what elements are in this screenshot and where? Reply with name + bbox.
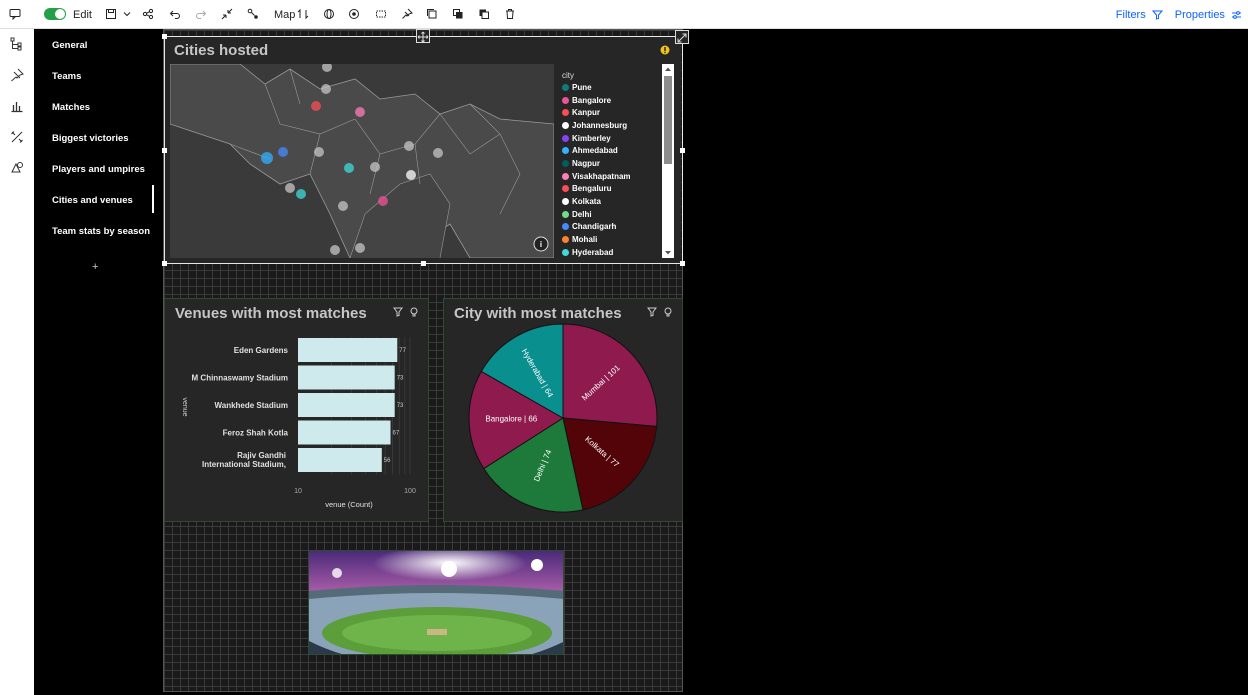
pin-icon[interactable] bbox=[396, 3, 418, 25]
data-label: 73 bbox=[397, 376, 404, 382]
category-label: International Stadium, bbox=[202, 460, 286, 469]
properties-label: Properties bbox=[1174, 8, 1225, 21]
shapes-icon[interactable] bbox=[8, 160, 26, 178]
data-label: 67 bbox=[393, 431, 400, 437]
filter-icon bbox=[1151, 10, 1163, 20]
bar[interactable] bbox=[298, 393, 395, 417]
category-label: Eden Gardens bbox=[234, 346, 289, 355]
panel-title: City with most matches bbox=[454, 305, 622, 322]
bar[interactable] bbox=[298, 338, 398, 362]
category-label: Rajiv Gandhi bbox=[237, 451, 286, 460]
resize-handle[interactable] bbox=[680, 261, 685, 266]
selection-frame bbox=[164, 36, 683, 264]
lightbulb-icon[interactable] bbox=[663, 307, 673, 317]
nav-item-team-stats-by-season[interactable]: Team stats by season bbox=[52, 226, 150, 237]
nav-item-teams[interactable]: Teams bbox=[52, 71, 81, 82]
venues-panel[interactable]: Venues with most matches 77 Eden Gardens 7… bbox=[164, 298, 429, 522]
bring-front-icon[interactable] bbox=[447, 3, 469, 25]
nav-item-cities-and-venues[interactable]: Cities and venues bbox=[52, 195, 133, 206]
select-region-icon[interactable] bbox=[370, 3, 392, 25]
resize-handle[interactable] bbox=[162, 34, 167, 39]
copy-icon[interactable] bbox=[421, 3, 443, 25]
resize-handle[interactable] bbox=[162, 148, 167, 153]
left-rail bbox=[0, 29, 34, 695]
active-nav-indicator bbox=[152, 185, 154, 213]
properties-button[interactable]: Properties bbox=[1175, 9, 1242, 21]
toolbar-right: Filters Properties bbox=[1116, 0, 1242, 29]
top-toolbar: Edit Map Filters Properties bbox=[0, 0, 1248, 29]
delete-icon[interactable] bbox=[499, 3, 521, 25]
bar[interactable] bbox=[298, 448, 382, 472]
move-icon bbox=[417, 31, 429, 43]
redo-icon[interactable] bbox=[190, 3, 212, 25]
edit-toggle[interactable] bbox=[44, 8, 66, 20]
data-label: 77 bbox=[399, 348, 406, 354]
connect-icon[interactable] bbox=[242, 3, 264, 25]
move-handle[interactable] bbox=[416, 29, 430, 43]
nav-item-general[interactable]: General bbox=[52, 40, 87, 51]
venues-bar-chart[interactable]: 77 Eden Gardens 73 M Chinnaswamy Stadium 73 W… bbox=[165, 329, 428, 519]
globe-icon[interactable] bbox=[318, 3, 340, 25]
filter-icon[interactable] bbox=[393, 307, 403, 317]
undo-icon[interactable] bbox=[164, 3, 186, 25]
resize-handle[interactable] bbox=[680, 148, 685, 153]
bar-chart-icon[interactable] bbox=[8, 99, 26, 117]
data-label: 56 bbox=[384, 458, 391, 464]
bar[interactable] bbox=[298, 420, 391, 445]
filters-label: Filters bbox=[1115, 8, 1146, 21]
filter-icon[interactable] bbox=[647, 307, 657, 317]
edit-label: Edit bbox=[73, 9, 92, 21]
send-back-icon[interactable] bbox=[473, 3, 495, 25]
y-axis-label: venue bbox=[181, 397, 188, 416]
x-axis-label: venue (Count) bbox=[325, 500, 373, 509]
resize-handle[interactable] bbox=[421, 261, 426, 266]
category-label: Wankhede Stadium bbox=[215, 401, 289, 410]
category-label: M Chinnaswamy Stadium bbox=[192, 374, 288, 383]
nav-item-matches[interactable]: Matches bbox=[52, 102, 90, 113]
add-page-button[interactable]: + bbox=[92, 261, 98, 273]
resize-handle[interactable] bbox=[162, 261, 167, 266]
panel-title: Venues with most matches bbox=[175, 305, 367, 322]
expand-button[interactable] bbox=[675, 30, 689, 44]
page-navigation: General Teams Matches Biggest victories … bbox=[34, 29, 155, 695]
share-icon[interactable] bbox=[137, 3, 159, 25]
lightbulb-icon[interactable] bbox=[409, 307, 419, 317]
nav-item-biggest-victories[interactable]: Biggest victories bbox=[52, 133, 129, 144]
slice-label: Bangalore | 66 bbox=[485, 414, 537, 423]
swap-icon[interactable] bbox=[292, 3, 314, 25]
comment-icon[interactable] bbox=[4, 3, 26, 25]
tick-label: 10 bbox=[294, 488, 302, 495]
settings-sliders-icon bbox=[1232, 10, 1241, 19]
expand-icon bbox=[677, 33, 687, 43]
chevron-down-icon[interactable] bbox=[116, 3, 138, 25]
stadium-image[interactable] bbox=[308, 550, 564, 655]
tools-icon[interactable] bbox=[8, 130, 26, 148]
nav-item-players-and-umpires[interactable]: Players and umpires bbox=[52, 164, 145, 175]
city-panel[interactable]: City with most matches Mumbai | 101 Kolka… bbox=[443, 298, 683, 522]
filters-button[interactable]: Filters bbox=[1116, 9, 1163, 21]
city-pie-chart[interactable]: Mumbai | 101Kolkata | 77Delhi | 74Bangal… bbox=[444, 323, 682, 519]
tick-label: 100 bbox=[404, 488, 416, 495]
target-icon[interactable] bbox=[343, 3, 365, 25]
collapse-icon[interactable] bbox=[216, 3, 238, 25]
bar[interactable] bbox=[298, 365, 395, 390]
data-tree-icon[interactable] bbox=[8, 37, 26, 55]
pin-icon[interactable] bbox=[8, 68, 26, 86]
category-label: Feroz Shah Kotla bbox=[223, 429, 289, 438]
data-label: 73 bbox=[397, 403, 404, 409]
